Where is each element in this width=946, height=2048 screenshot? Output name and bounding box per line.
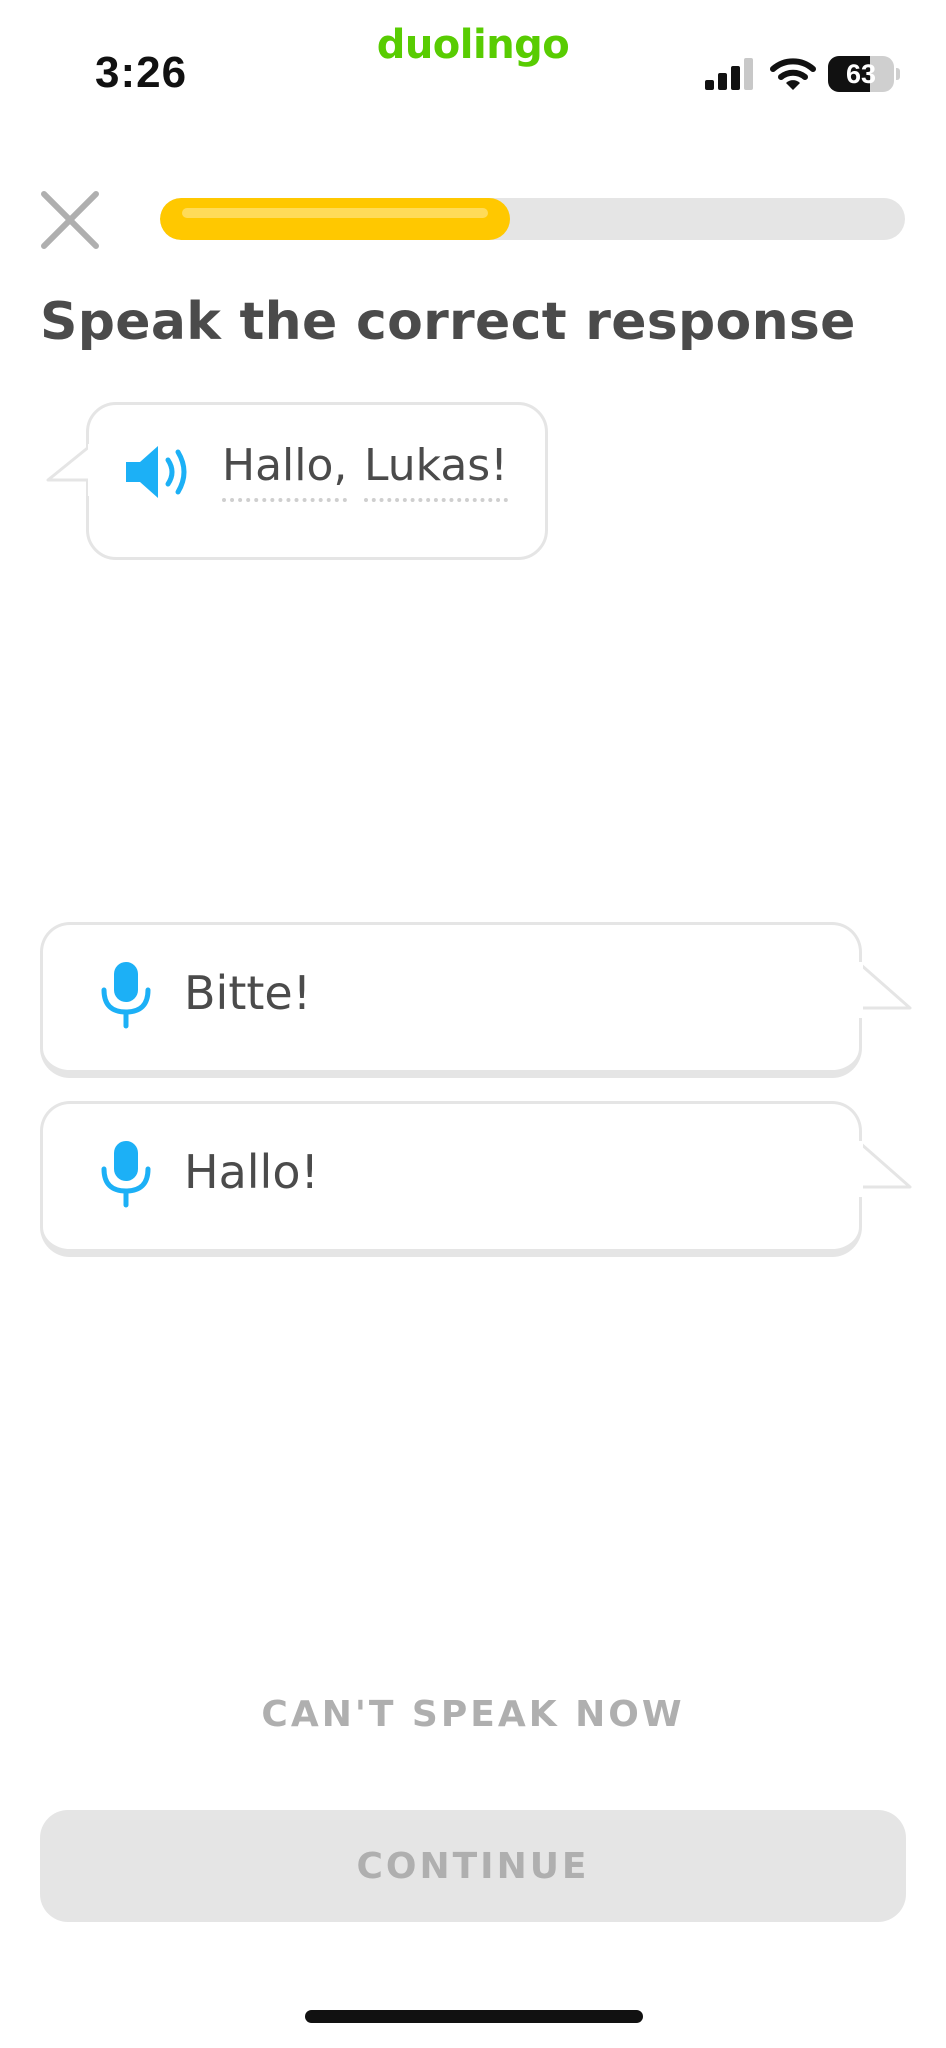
microphone-icon xyxy=(101,1141,151,1208)
speech-bubble-tail xyxy=(46,444,92,496)
close-icon[interactable] xyxy=(38,188,102,252)
speech-bubble-tail xyxy=(856,1141,912,1197)
home-indicator[interactable] xyxy=(305,2010,643,2023)
speaker-icon[interactable] xyxy=(124,442,196,502)
speech-bubble-tail xyxy=(856,962,912,1018)
answer-option-bitte[interactable]: Bitte! xyxy=(40,922,912,1078)
microphone-icon xyxy=(101,962,151,1029)
answer-option-box xyxy=(40,1101,862,1257)
answer-option-label: Bitte! xyxy=(184,966,312,1020)
lesson-progress-bar xyxy=(160,198,905,240)
answer-option-label: Hallo! xyxy=(184,1145,319,1199)
answer-option-hallo[interactable]: Hallo! xyxy=(40,1101,912,1257)
cant-speak-now-button[interactable]: CAN'T SPEAK NOW xyxy=(0,1694,946,1735)
wifi-icon xyxy=(770,58,816,90)
page-title: Speak the correct response xyxy=(40,292,856,352)
battery-percent: 63 xyxy=(845,59,877,89)
answer-option-box xyxy=(40,922,862,1078)
continue-button[interactable]: CONTINUE xyxy=(40,1810,906,1922)
signal-icon xyxy=(705,58,753,90)
lesson-progress-fill xyxy=(160,198,511,240)
prompt-word[interactable]: Lukas! xyxy=(364,441,508,503)
prompt-word[interactable]: Hallo, xyxy=(222,441,348,503)
battery-icon: 63 xyxy=(828,56,900,92)
